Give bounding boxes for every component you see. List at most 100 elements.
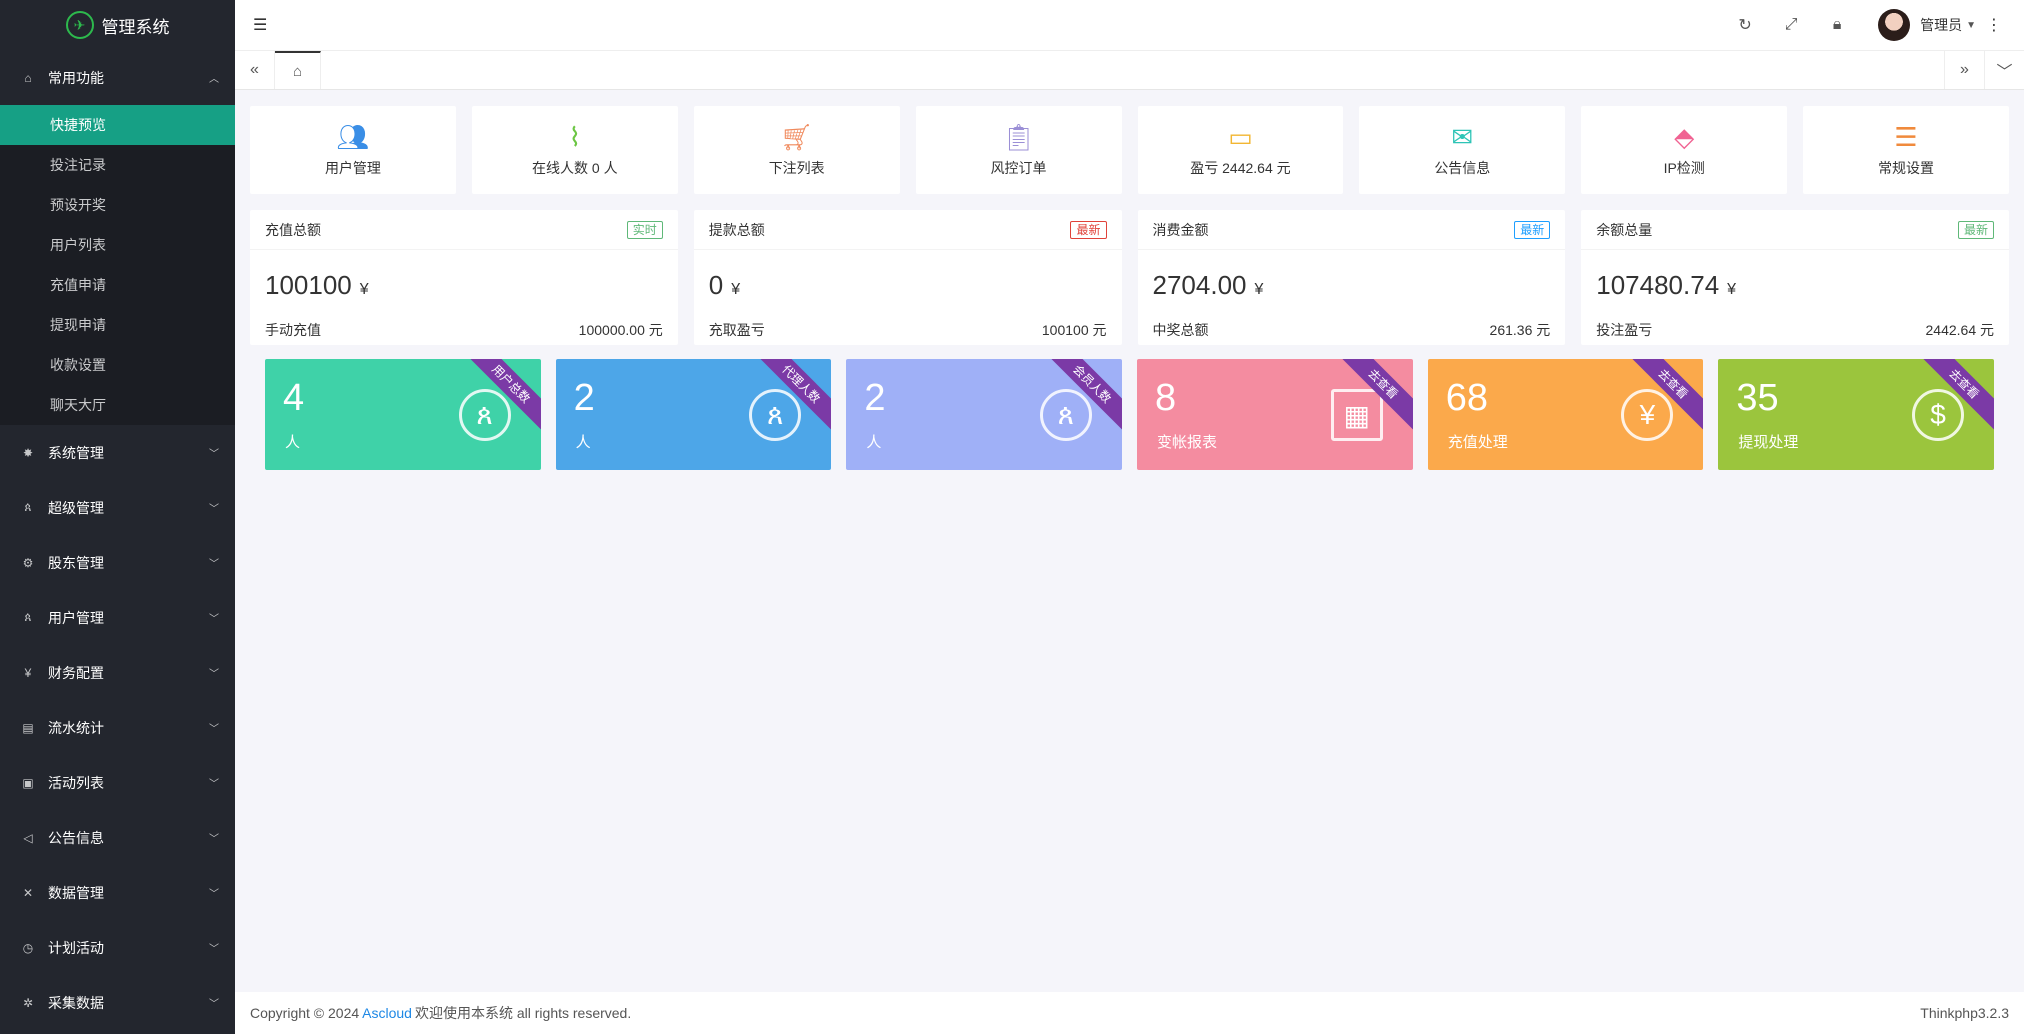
clipboard-icon: 📋︎ <box>1002 122 1036 152</box>
sidebar-group-users[interactable]: ጰ 用户管理 ﹀ <box>0 590 235 645</box>
chevron-down-icon: ﹀ <box>209 504 219 515</box>
tabs-scroll-right-icon[interactable]: » <box>1944 51 1984 89</box>
tile-number: 8 <box>1155 377 1177 419</box>
chevron-down-icon: ﹀ <box>209 449 219 460</box>
sidebar-item-withdraw-request[interactable]: 提现申请 <box>0 305 235 345</box>
sidebar-item-chat-hall[interactable]: 聊天大厅 <box>0 385 235 425</box>
tools-icon: ✕ <box>22 885 34 900</box>
sidebar-group-system[interactable]: ✸ 系统管理 ﹀ <box>0 425 235 480</box>
shortcut-user-management[interactable]: 👥︎ 用户管理 <box>250 106 456 194</box>
app-title: 管理系统 <box>101 17 170 37</box>
sidebar-group-data[interactable]: ✕ 数据管理 ﹀ <box>0 865 235 920</box>
tabs-scroll-left-icon[interactable]: « <box>235 51 275 89</box>
user-icon: ጰ <box>749 389 802 441</box>
tile-total-users[interactable]: 4 人 ጰ 用户总数 <box>265 359 541 470</box>
chevron-down-icon: ﹀ <box>209 834 219 845</box>
clock-icon: ◷ <box>22 940 34 955</box>
menu-toggle-icon[interactable]: ☰ <box>253 15 267 35</box>
currency-symbol: ¥ <box>359 281 369 298</box>
currency-symbol: ¥ <box>1254 281 1264 298</box>
chevron-down-icon: ﹀ <box>209 889 219 900</box>
shortcut-risk-orders[interactable]: 📋︎ 风控订单 <box>915 106 1122 194</box>
chevron-down-icon: ﹀ <box>209 669 219 680</box>
sidebar-item-user-list[interactable]: 用户列表 <box>0 225 235 265</box>
sidebar-group-collect[interactable]: ✲ 采集数据 ﹀ <box>0 975 235 1030</box>
stat-value: 0 <box>708 270 724 300</box>
shortcut-notices[interactable]: ✉ 公告信息 <box>1359 106 1566 194</box>
top-header: ☰ ↻ ⤢ 🔒︎ 管理员 ▼ ⋮ <box>235 0 2024 50</box>
sidebar-group-flow[interactable]: ▤ 流水统计 ﹀ <box>0 700 235 755</box>
footer-link[interactable]: Ascloud <box>362 1005 412 1021</box>
tile-number: 4 <box>283 377 305 419</box>
footer-copyright: Copyright © 2024 <box>250 1005 360 1021</box>
tile-recharge-processing[interactable]: 68 充值处理 ¥ 去查看 <box>1427 359 1704 470</box>
tile-withdraw-processing[interactable]: 35 提现处理 $ 去查看 <box>1718 359 1995 470</box>
tile-label: 人 <box>575 434 591 451</box>
footer: Copyright © 2024 Ascloud 欢迎使用本系统 all rig… <box>235 992 2024 1034</box>
app-logo[interactable]: ✈ 管理系统 <box>0 0 235 50</box>
tile-agents[interactable]: 2 人 ጰ 代理人数 <box>555 359 832 470</box>
status-badge: 实时 <box>626 220 663 239</box>
shortcut-label: 常规设置 <box>1878 160 1935 176</box>
more-vertical-icon[interactable]: ⋮ <box>1976 15 2012 35</box>
sidebar-group-label: 财务配置 <box>48 664 104 681</box>
user-menu[interactable]: 管理员 <box>1920 15 1962 35</box>
sidebar-item-preset-draw[interactable]: 预设开奖 <box>0 185 235 225</box>
sidebar-item-recharge-request[interactable]: 充值申请 <box>0 265 235 305</box>
sidebar-item-quick-preview[interactable]: 快捷预览 <box>0 105 235 145</box>
dollar-icon: $ <box>1912 389 1965 441</box>
refresh-icon[interactable]: ↻ <box>1722 15 1768 35</box>
tab-bar-right: » ﹀ <box>1944 51 2024 89</box>
tile-number: 2 <box>864 377 886 419</box>
stat-foot-label: 手动充值 <box>265 322 321 338</box>
stat-title: 消费金额 <box>1152 221 1209 238</box>
shortcut-general-settings[interactable]: ☰ 常规设置 <box>1803 106 2009 194</box>
caret-down-icon[interactable]: ▼ <box>1966 20 1976 31</box>
tile-account-report[interactable]: 8 变帐报表 ▦ 去查看 <box>1137 359 1413 470</box>
shortcut-bet-list[interactable]: 🛒︎ 下注列表 <box>693 106 900 194</box>
home-icon: ⌂ <box>24 70 32 85</box>
currency-symbol: ¥ <box>1727 281 1737 298</box>
tab-home[interactable]: ⌂ <box>275 51 321 89</box>
sidebar-item-bet-records[interactable]: 投注记录 <box>0 145 235 185</box>
list-icon: ▤ <box>22 720 34 735</box>
rocket-icon: ✈ <box>65 11 94 39</box>
tile-label: 变帐报表 <box>1157 434 1218 451</box>
sidebar-group-notices[interactable]: ◁ 公告信息 ﹀ <box>0 810 235 865</box>
tabs-menu-chevron-icon[interactable]: ﹀ <box>1984 51 2024 89</box>
sidebar-group-finance[interactable]: ¥ 财务配置 ﹀ <box>0 645 235 700</box>
stat-card-consumption: 消费金额 最新 2704.00 ¥ 中奖总额 261.36 元 <box>1137 210 1566 345</box>
stat-title: 充值总额 <box>265 221 321 238</box>
home-icon: ⌂ <box>292 62 303 80</box>
sidebar-item-payment-settings[interactable]: 收款设置 <box>0 345 235 385</box>
lock-icon[interactable]: 🔒︎ <box>1814 16 1860 34</box>
chevron-down-icon: ﹀ <box>209 614 219 625</box>
sliders-icon: ☰ <box>1894 122 1918 152</box>
stat-card-withdraw: 提款总额 最新 0 ¥ 充取盈亏 100100 元 <box>693 210 1122 345</box>
avatar[interactable] <box>1878 9 1911 41</box>
stat-foot-value: 100100 元 <box>1041 322 1107 338</box>
fullscreen-icon[interactable]: ⤢ <box>1768 16 1814 34</box>
sidebar-group-shareholder[interactable]: ⚙ 股东管理 ﹀ <box>0 535 235 590</box>
speaker-icon: ◁ <box>23 830 33 845</box>
shortcut-ip-check[interactable]: ⬘ IP检测 <box>1581 106 1788 194</box>
shortcut-row: 👥︎ 用户管理 ⌇ 在线人数 0 人 🛒︎ 下注列表 📋︎ 风控订单 ▭ 盈亏 … <box>250 106 2009 194</box>
sidebar-group-common[interactable]: ⌂ 常用功能 ︿ <box>0 50 235 105</box>
sidebar-group-super[interactable]: ጰ 超级管理 ﹀ <box>0 480 235 535</box>
sidebar-group-plans[interactable]: ◷ 计划活动 ﹀ <box>0 920 235 975</box>
user-icon: ጰ <box>24 500 32 514</box>
shortcut-profit-loss[interactable]: ▭ 盈亏 2442.64 元 <box>1137 106 1344 194</box>
tile-members[interactable]: 2 人 ጰ 会员人数 <box>846 359 1123 470</box>
tile-number: 2 <box>573 377 595 419</box>
tile-label: 人 <box>285 434 301 451</box>
yen-icon: ¥ <box>24 665 32 680</box>
pulse-icon: ⌇ <box>568 122 582 152</box>
shortcut-online-users[interactable]: ⌇ 在线人数 0 人 <box>471 106 678 194</box>
chevron-down-icon: ﹀ <box>209 779 219 790</box>
status-badge: 最新 <box>1957 220 1994 239</box>
sidebar-group-label: 数据管理 <box>48 884 104 901</box>
sidebar-group-label: 公告信息 <box>48 829 104 846</box>
sidebar-group-label: 活动列表 <box>48 774 104 791</box>
sidebar-group-activities[interactable]: ▣ 活动列表 ﹀ <box>0 755 235 810</box>
shortcut-label: 在线人数 0 人 <box>532 160 618 176</box>
